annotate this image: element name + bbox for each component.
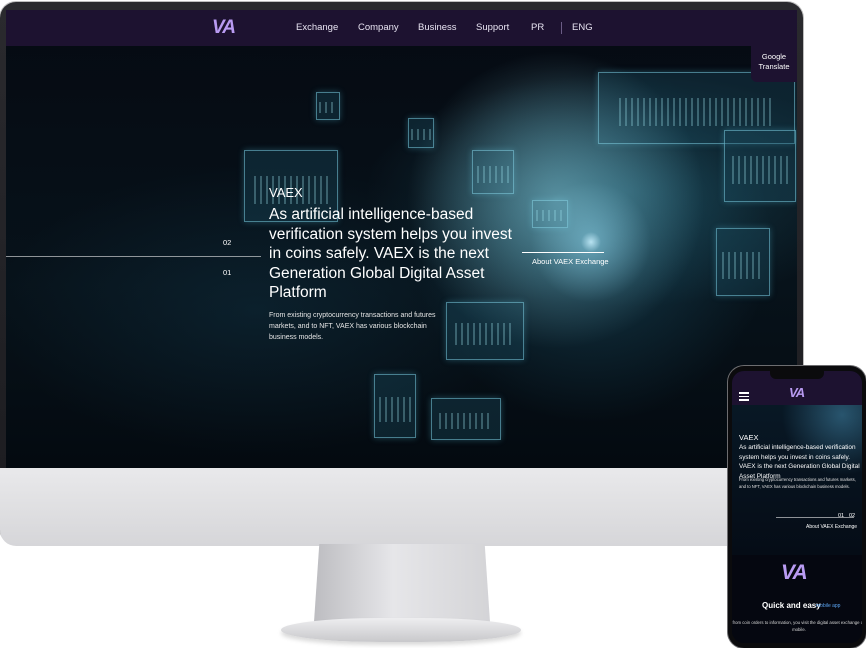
hologram-panel [316,92,340,120]
desktop-monitor: VA Exchange Company Business Support PR … [0,2,803,546]
about-vaex-link[interactable]: About VAEX Exchange [532,257,609,266]
mobile-hero-subtext: From existing cryptocurrency transaction… [739,477,856,489]
vaex-logo-large: VA [781,561,808,584]
mobile-slide-number[interactable]: 02 [849,513,855,519]
mobile-about-vaex-link[interactable]: About VAEX Exchange [806,524,857,530]
language-select[interactable]: ENG [572,22,593,33]
device-mockup-stage: VA Exchange Company Business Support PR … [0,0,866,648]
nav-exchange[interactable]: Exchange [296,22,338,33]
nav-business[interactable]: Business [418,22,457,33]
slide-number[interactable]: 02 [223,238,231,247]
nav-divider [561,22,562,34]
mobile-app-tag[interactable]: mobile app [816,603,840,609]
hero-text-block: VAEX As artificial intelligence-based ve… [269,185,529,343]
mobile-app-title: Quick and easy [762,601,821,610]
mobile-phone: VA VAEX As artificial intelligence-based… [728,366,866,648]
nav-company[interactable]: Company [358,22,399,33]
hero-headline: As artificial intelligence-based verific… [269,206,512,301]
google-translate-button[interactable]: Google Translate [751,46,797,82]
mobile-hero-eyebrow: VAEX [739,433,759,442]
mobile-hero-headline: As artificial intelligence-based verific… [739,444,860,480]
hero-subtext: From existing cryptocurrency transaction… [269,311,436,341]
hologram-panel [724,130,796,202]
about-link-underline [522,252,604,253]
google-translate-label-2: Translate [758,62,790,71]
hologram-panel [374,374,416,438]
hero-eyebrow: VAEX [269,185,303,200]
phone-notch [770,371,824,379]
slide-indicator-line [6,256,261,257]
mobile-app-description: from coin orders to information, you vis… [732,620,862,632]
site-header: VA Exchange Company Business Support PR … [6,10,797,46]
nav-pr[interactable]: PR [531,22,544,33]
slide-number[interactable]: 01 [223,268,231,277]
mobile-slide-line [776,517,854,518]
hologram-panel [716,228,770,296]
nav-support[interactable]: Support [476,22,509,33]
monitor-stand-neck [314,544,490,622]
monitor-chin [0,468,803,546]
vaex-logo-mobile[interactable]: VA [789,385,805,400]
hologram-panel [431,398,501,440]
google-translate-label-1: Google [761,52,787,61]
monitor-stand-base [281,618,521,642]
vaex-logo[interactable]: VA [212,17,236,39]
desktop-screen: VA Exchange Company Business Support PR … [6,10,797,468]
mobile-slide-number[interactable]: 01 [838,513,844,519]
mobile-screen: VA VAEX As artificial intelligence-based… [732,371,862,643]
hamburger-menu-icon[interactable] [739,392,749,403]
